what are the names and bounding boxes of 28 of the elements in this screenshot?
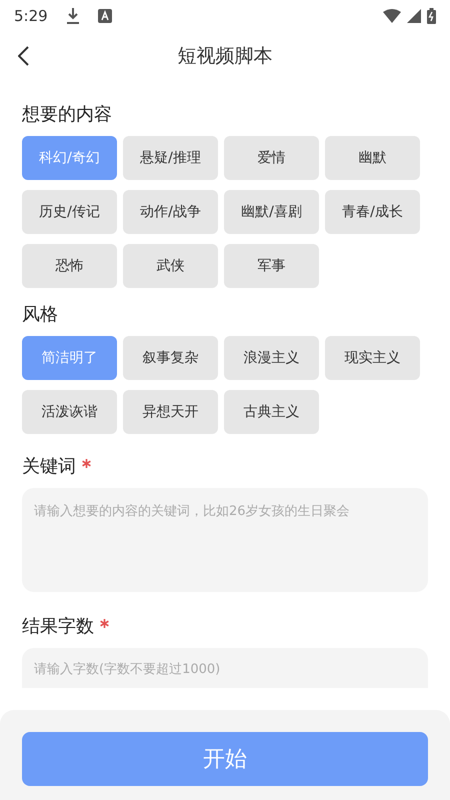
keyboard-icon bbox=[98, 9, 112, 23]
battery-icon bbox=[427, 8, 436, 24]
back-icon bbox=[18, 45, 30, 67]
option-chip[interactable]: 叙事复杂 bbox=[123, 336, 218, 380]
page-title: 短视频脚本 bbox=[178, 44, 272, 69]
option-chip[interactable]: 恐怖 bbox=[22, 244, 117, 288]
wifi-icon bbox=[383, 9, 401, 23]
option-chip[interactable]: 活泼诙谐 bbox=[22, 390, 117, 434]
option-chip[interactable]: 幽默/喜剧 bbox=[224, 190, 319, 234]
field-label: 结果字数 bbox=[22, 615, 94, 638]
status-time: 5:29 bbox=[14, 7, 48, 25]
section-label: 想要的内容 bbox=[22, 103, 112, 126]
option-chip[interactable]: 浪漫主义 bbox=[224, 336, 319, 380]
option-chip[interactable]: 军事 bbox=[224, 244, 319, 288]
section-label: 风格 bbox=[22, 303, 58, 326]
option-chip[interactable]: 爱情 bbox=[224, 136, 319, 180]
option-chip[interactable]: 历史/传记 bbox=[22, 190, 117, 234]
option-chip[interactable]: 现实主义 bbox=[325, 336, 420, 380]
option-chip[interactable]: 动作/战争 bbox=[123, 190, 218, 234]
option-chip[interactable]: 古典主义 bbox=[224, 390, 319, 434]
download-icon bbox=[66, 7, 80, 25]
option-chip[interactable]: 武侠 bbox=[123, 244, 218, 288]
option-chip[interactable]: 异想天开 bbox=[123, 390, 218, 434]
option-chip[interactable]: 悬疑/推理 bbox=[123, 136, 218, 180]
option-chip[interactable]: 青春/成长 bbox=[325, 190, 420, 234]
option-chip[interactable]: 幽默 bbox=[325, 136, 420, 180]
signal-icon bbox=[407, 9, 421, 23]
field-label: 关键词 bbox=[22, 455, 76, 478]
